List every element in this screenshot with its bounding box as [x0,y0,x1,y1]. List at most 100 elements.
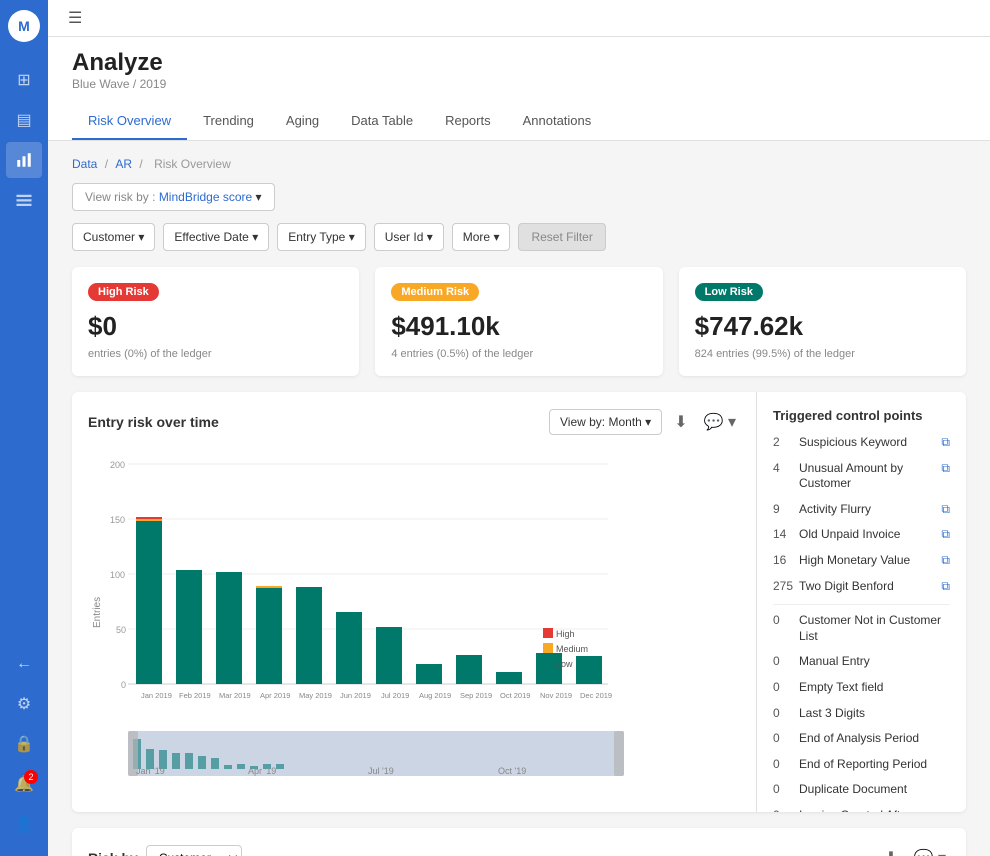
cp-item-duplicate-doc: 0 Duplicate Document [773,782,950,798]
low-risk-amount: $747.62k [695,311,950,342]
reset-filter-button[interactable]: Reset Filter [518,223,605,251]
layers-icon[interactable] [6,182,42,218]
svg-text:Sep 2019: Sep 2019 [460,691,492,700]
cp-item-end-reporting: 0 End of Reporting Period [773,757,950,773]
cp-title: Triggered control points [773,408,950,423]
cp-divider [773,604,950,605]
svg-text:Medium: Medium [556,644,588,654]
cp-link-activity[interactable]: ⧉ [941,502,950,517]
cp-link-unusual[interactable]: ⧉ [941,461,950,476]
breadcrumb: Data / AR / Risk Overview [72,157,966,171]
cp-link-suspicious[interactable]: ⧉ [941,435,950,450]
chart-svg-wrapper: 200 150 100 50 0 Entries [88,448,740,779]
chart-icon[interactable] [6,142,42,178]
high-risk-card: High Risk $0 entries (0%) of the ledger [72,267,359,376]
user-id-filter[interactable]: User Id ▾ [374,223,444,251]
notification-icon[interactable]: 🔔 2 [6,766,42,802]
content-area: Data / AR / Risk Overview View risk by :… [48,141,990,856]
svg-text:Jun 2019: Jun 2019 [340,691,371,700]
view-risk-value: MindBridge score [159,190,252,204]
cp-item-last-3-digits: 0 Last 3 Digits [773,706,950,722]
chart-brush[interactable]: Jan '19 Apr '19 Jul '19 Oct '19 [128,731,740,779]
hamburger-icon[interactable]: ☰ [68,8,82,28]
settings-icon[interactable]: ⚙ [6,686,42,722]
home-icon[interactable]: ⊞ [6,62,42,98]
medium-risk-desc: 4 entries (0.5%) of the ledger [391,348,646,360]
svg-text:200: 200 [110,460,125,470]
user-icon[interactable]: 👤 [6,806,42,842]
tab-data-table[interactable]: Data Table [335,103,429,140]
chart-download-button[interactable]: ⬇ [670,408,691,436]
high-risk-desc: entries (0%) of the ledger [88,348,343,360]
risk-cards: High Risk $0 entries (0%) of the ledger … [72,267,966,376]
tab-aging[interactable]: Aging [270,103,335,140]
view-risk-button[interactable]: View risk by : MindBridge score ▾ [72,183,275,211]
high-risk-amount: $0 [88,311,343,342]
svg-text:May 2019: May 2019 [299,691,332,700]
low-risk-card: Low Risk $747.62k 824 entries (99.5%) of… [679,267,966,376]
svg-text:50: 50 [116,625,126,635]
cp-item-end-analysis: 0 End of Analysis Period [773,731,950,747]
entry-type-filter[interactable]: Entry Type ▾ [277,223,366,251]
risk-by-select[interactable]: Customer Entry Type User Id [146,845,242,856]
tab-reports[interactable]: Reports [429,103,507,140]
breadcrumb-sep1: / [105,157,112,171]
app-logo[interactable]: M [8,10,40,42]
cp-item-empty-text: 0 Empty Text field [773,680,950,696]
topbar: ☰ [48,0,990,37]
tab-risk-overview[interactable]: Risk Overview [72,103,187,140]
low-risk-desc: 824 entries (99.5%) of the ledger [695,348,950,360]
page-subtitle: Blue Wave / 2019 [72,77,966,91]
cp-item-invoice-effective: 0 Invoice Created After Effective Date [773,808,950,812]
lock-icon[interactable]: 🔒 [6,726,42,762]
tab-annotations[interactable]: Annotations [507,103,608,140]
chart-area: Entry risk over time View by: Month ▾ ⬇ … [72,392,756,812]
svg-text:Jan '19: Jan '19 [136,766,165,776]
svg-text:High: High [556,629,575,639]
risk-by-comment-button[interactable]: 💬 ▾ [910,844,950,856]
svg-text:Entries: Entries [92,597,103,628]
svg-text:Low: Low [556,659,573,669]
main-content: ☰ Analyze Blue Wave / 2019 Risk Overview… [48,0,990,856]
table-icon[interactable]: ▤ [6,102,42,138]
view-risk-bar: View risk by : MindBridge score ▾ [72,183,966,211]
more-filter[interactable]: More ▾ [452,223,511,251]
control-points-panel: Triggered control points 2 Suspicious Ke… [756,392,966,812]
cp-link-old-unpaid[interactable]: ⧉ [941,527,950,542]
svg-text:Jul 2019: Jul 2019 [381,691,409,700]
cp-item-unusual-amount: 4 Unusual Amount by Customer ⧉ [773,461,950,492]
risk-by-download-button[interactable]: ⬇ [880,844,901,856]
cp-item-high-monetary: 16 High Monetary Value ⧉ [773,553,950,569]
view-by-month-button[interactable]: View by: Month ▾ [549,409,662,435]
medium-risk-card: Medium Risk $491.10k 4 entries (0.5%) of… [375,267,662,376]
low-risk-badge: Low Risk [695,283,763,301]
cp-item-suspicious-keyword: 2 Suspicious Keyword ⧉ [773,435,950,451]
svg-text:Apr '19: Apr '19 [248,766,276,776]
cp-item-manual-entry: 0 Manual Entry [773,654,950,670]
svg-text:Nov 2019: Nov 2019 [540,691,572,700]
cp-link-high-monetary[interactable]: ⧉ [941,553,950,568]
chart-comment-button[interactable]: 💬 ▾ [700,408,740,436]
high-risk-badge: High Risk [88,283,159,301]
cp-item-activity-flurry: 9 Activity Flurry ⧉ [773,502,950,518]
chart-panel: Entry risk over time View by: Month ▾ ⬇ … [72,392,966,812]
tab-trending[interactable]: Trending [187,103,270,140]
svg-text:0: 0 [121,680,126,690]
tab-bar: Risk Overview Trending Aging Data Table … [72,103,966,140]
medium-risk-amount: $491.10k [391,311,646,342]
svg-text:150: 150 [110,515,125,525]
cp-item-not-in-list: 0 Customer Not in Customer List [773,613,950,644]
svg-text:Mar 2019: Mar 2019 [219,691,251,700]
svg-text:Oct '19: Oct '19 [498,766,526,776]
brush-svg: Jan '19 Apr '19 Jul '19 Oct '19 [128,731,624,776]
breadcrumb-ar[interactable]: AR [115,157,132,171]
breadcrumb-data[interactable]: Data [72,157,97,171]
svg-text:Oct 2019: Oct 2019 [500,691,530,700]
notification-badge: 2 [24,770,38,784]
cp-link-two-digit[interactable]: ⧉ [941,579,950,594]
effective-date-filter[interactable]: Effective Date ▾ [163,223,269,251]
customer-filter[interactable]: Customer ▾ [72,223,155,251]
back-icon[interactable]: ← [6,646,42,682]
risk-by-title: Risk by [88,850,138,856]
breadcrumb-sep2: / [139,157,146,171]
